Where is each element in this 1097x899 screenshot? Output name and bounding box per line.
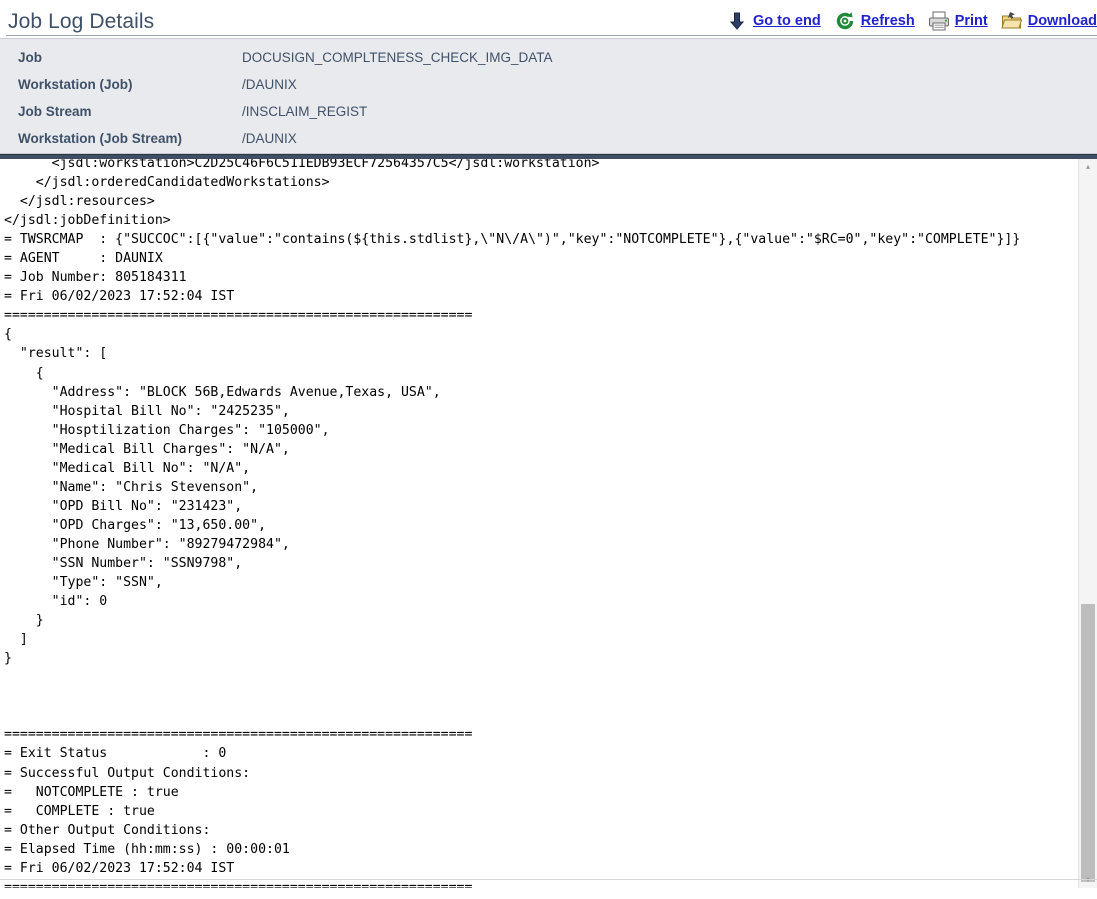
title-underline [6,35,1097,36]
table-row: Job DOCUSIGN_COMPLTENESS_CHECK_IMG_DATA [18,45,553,72]
job-info-table: Job DOCUSIGN_COMPLTENESS_CHECK_IMG_DATA … [18,45,553,153]
toolbar: Go to end Refresh Print Download [713,10,1097,38]
log-output-area: <jsdl:workstation>C2D25C46F6C511EDB93ECF… [0,159,1097,888]
job-log-details-page: Job Log Details Go to end Refresh Print … [0,0,1097,899]
print-label: Print [954,13,988,29]
log-viewport: <jsdl:workstation>C2D25C46F6C511EDB93ECF… [0,159,1078,888]
info-label-workstation-job-stream: Workstation (Job Stream) [18,131,183,146]
vertical-scrollbar[interactable]: ▴ ▾ [1078,159,1097,888]
page-title: Job Log Details [8,10,155,33]
job-info-panel: Job DOCUSIGN_COMPLTENESS_CHECK_IMG_DATA … [0,38,1097,154]
folder-download-icon [1001,10,1023,32]
bottom-divider [0,879,1097,880]
go-to-end-button[interactable]: Go to end [726,10,821,32]
page-header: Job Log Details Go to end Refresh Print … [0,0,1097,38]
info-label-job-stream: Job Stream [18,104,92,119]
info-label-workstation-job: Workstation (Job) [18,77,133,92]
refresh-button[interactable]: Refresh [834,10,915,32]
print-button[interactable]: Print [928,10,988,32]
scrollbar-thumb[interactable] [1081,604,1095,882]
printer-icon [928,10,950,32]
download-button[interactable]: Download [1001,10,1097,32]
log-text[interactable]: <jsdl:workstation>C2D25C46F6C511EDB93ECF… [4,159,1020,888]
refresh-label: Refresh [860,13,915,29]
table-row: Workstation (Job Stream) /DAUNIX [18,126,553,153]
scroll-up-arrow-icon[interactable]: ▴ [1079,160,1097,174]
down-arrow-icon [726,10,748,32]
scroll-down-arrow-icon[interactable]: ▾ [1079,873,1097,887]
table-row: Workstation (Job) /DAUNIX [18,72,553,99]
info-value-workstation-job: /DAUNIX [242,77,297,92]
refresh-icon [834,10,856,32]
download-label: Download [1027,13,1097,29]
info-value-workstation-job-stream: /DAUNIX [242,131,297,146]
info-value-job-stream: /INSCLAIM_REGIST [242,104,368,119]
info-label-job: Job [18,50,43,65]
info-value-job: DOCUSIGN_COMPLTENESS_CHECK_IMG_DATA [242,50,553,65]
table-row: Job Stream /INSCLAIM_REGIST [18,99,553,126]
go-to-end-label: Go to end [753,13,821,29]
